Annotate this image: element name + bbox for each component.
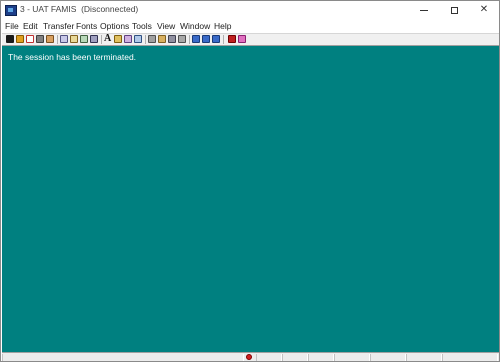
- status-cell-main: [2, 354, 244, 361]
- menu-help[interactable]: Help: [214, 21, 231, 31]
- status-cell: [442, 354, 498, 361]
- edit-macro-icon[interactable]: [70, 35, 78, 43]
- maximize-icon: [450, 6, 458, 14]
- menu-file[interactable]: File: [5, 21, 19, 31]
- close-icon: ✕: [479, 4, 489, 15]
- emulator-window: 3 - UAT FAMIS (Disconnected) ✕ File Edit…: [0, 0, 500, 362]
- menu-transfer[interactable]: Transfer: [43, 21, 74, 31]
- toolbar-separator: [57, 35, 58, 44]
- status-cell: [370, 354, 406, 361]
- status-bar: [2, 352, 499, 361]
- minimize-icon: [420, 9, 428, 11]
- copy-icon[interactable]: [134, 35, 142, 43]
- status-cell: [334, 354, 370, 361]
- window-title: 3 - UAT FAMIS (Disconnected): [20, 4, 139, 14]
- session-status-message: The session has been terminated.: [8, 52, 137, 62]
- connection-status-icon: [246, 354, 252, 360]
- macro-icon[interactable]: [60, 35, 68, 43]
- paste-icon[interactable]: [158, 35, 166, 43]
- toolbar: A: [2, 33, 499, 46]
- maximize-button[interactable]: [439, 1, 469, 19]
- connect-icon[interactable]: [6, 35, 14, 43]
- toolbar-separator: [101, 35, 102, 44]
- toolbar-separator: [223, 35, 224, 44]
- run-macro-icon[interactable]: [80, 35, 88, 43]
- status-cell: [256, 354, 282, 361]
- return-icon[interactable]: [228, 35, 236, 43]
- cut-icon[interactable]: [148, 35, 156, 43]
- close-button[interactable]: ✕: [469, 1, 499, 19]
- font-icon[interactable]: A: [104, 33, 111, 44]
- receive-file-icon[interactable]: [202, 35, 210, 43]
- eraser-icon[interactable]: [238, 35, 246, 43]
- menu-options[interactable]: Options: [100, 21, 129, 31]
- open-session-icon[interactable]: [16, 35, 24, 43]
- color-icon[interactable]: [114, 35, 122, 43]
- toolbar-separator: [189, 35, 190, 44]
- status-cell: [282, 354, 308, 361]
- menu-fonts[interactable]: Fonts: [76, 21, 97, 31]
- send-file-icon[interactable]: [192, 35, 200, 43]
- minimize-button[interactable]: [409, 1, 439, 19]
- menu-view[interactable]: View: [157, 21, 175, 31]
- print-screen-icon[interactable]: [46, 35, 54, 43]
- new-session-icon[interactable]: [26, 35, 34, 43]
- status-cell: [406, 354, 442, 361]
- print-icon[interactable]: [36, 35, 44, 43]
- transfer-settings-icon[interactable]: [168, 35, 176, 43]
- menu-window[interactable]: Window: [180, 21, 210, 31]
- menu-tools[interactable]: Tools: [132, 21, 152, 31]
- menu-bar: File Edit Transfer Fonts Options Tools V…: [1, 20, 499, 33]
- status-cell: [308, 354, 334, 361]
- title-bar[interactable]: 3 - UAT FAMIS (Disconnected) ✕: [1, 1, 499, 19]
- keyboard-map-icon[interactable]: [90, 35, 98, 43]
- app-icon: [5, 5, 17, 16]
- terminal-screen[interactable]: The session has been terminated.: [2, 46, 499, 352]
- hotspot-icon[interactable]: [124, 35, 132, 43]
- session-settings-icon[interactable]: [178, 35, 186, 43]
- menu-edit[interactable]: Edit: [23, 21, 38, 31]
- transfer-list-icon[interactable]: [212, 35, 220, 43]
- toolbar-separator: [145, 35, 146, 44]
